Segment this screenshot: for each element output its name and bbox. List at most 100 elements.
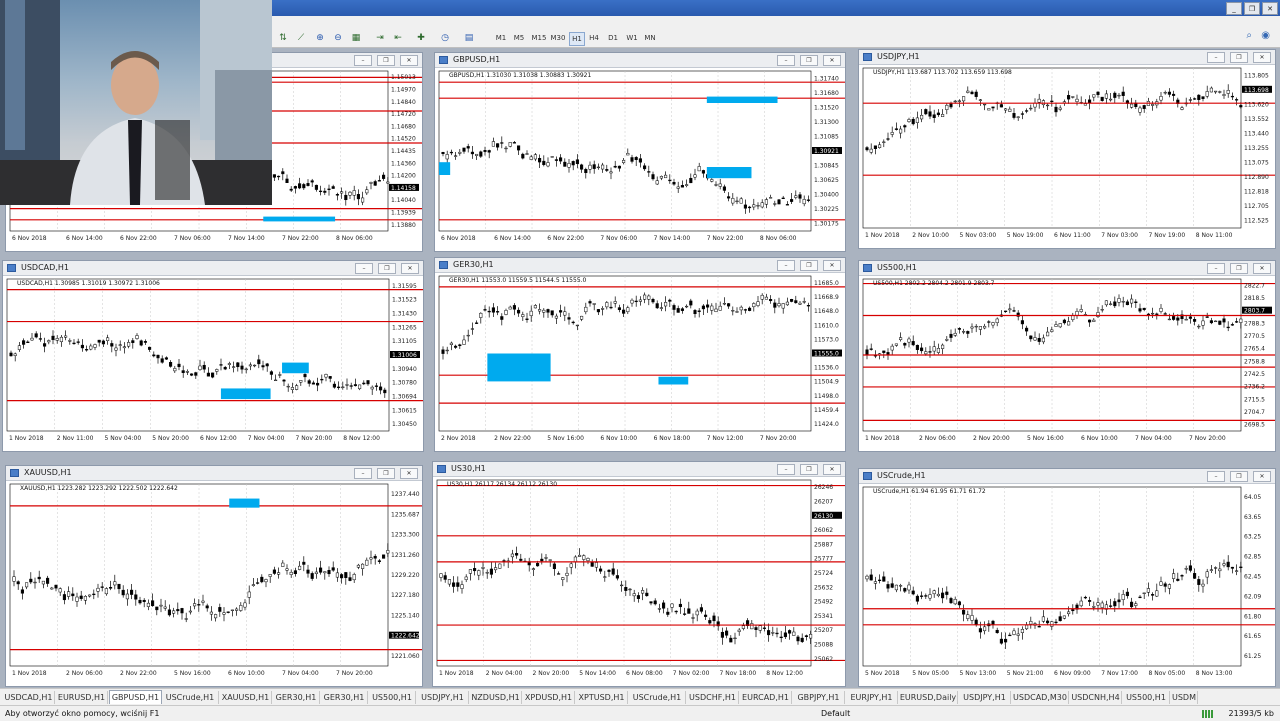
chart-tab[interactable]: USCrude,H1 (162, 691, 219, 704)
chart-tab[interactable]: EURUSD,Daily (899, 691, 958, 704)
zoom-out-icon[interactable]: ⊖ (331, 32, 345, 44)
close-icon[interactable]: ✕ (400, 55, 418, 66)
chart-tab[interactable]: USCrude,H1 (629, 691, 686, 704)
tile-icon[interactable]: ▦ (349, 32, 363, 44)
restore-icon[interactable]: ❐ (1230, 471, 1248, 482)
chart-tab[interactable]: GBPUSD,H1 (109, 690, 162, 704)
chart-shift-icon[interactable]: ⇤ (391, 32, 405, 44)
line-tool-icon[interactable]: ⇅ (276, 32, 290, 44)
chart-tab[interactable]: GER30,H1 (273, 691, 320, 704)
chart-plot[interactable]: 11685.0 11668.9 11648.0 11610.0 11573.0 11555… (437, 274, 845, 451)
indicators-icon[interactable]: ✚ (414, 32, 428, 44)
chart-window[interactable]: US30,H1 – ❐ ✕ 26246 26207 26130 26062 25887 25777… (432, 461, 846, 687)
timeframe-w1[interactable]: W1 (625, 32, 639, 44)
chart-window[interactable]: US500,H1 – ❐ ✕ 2822.7 2818.5 2803.7 2788.3 2770.… (858, 260, 1276, 452)
autoscroll-icon[interactable]: ⇥ (373, 32, 387, 44)
chart-tab[interactable]: US500,H1 (369, 691, 416, 704)
minimize-icon[interactable]: – (355, 263, 373, 274)
chart-window[interactable]: USCrude,H1 – ❐ ✕ 64.05 63.65 63.25 62.85 62.45 62… (858, 468, 1276, 687)
chart-window[interactable]: GBPUSD,H1 – ❐ ✕ 1.31740 1.31680 1.31520 1.31300… (434, 52, 846, 252)
chart-window[interactable]: GER30,H1– ❐ ✕ 11685.0 11668.9 11648.0 11610.0 1… (434, 257, 846, 452)
chart-tab[interactable]: XAUUSD,H1 (220, 691, 272, 704)
close-icon[interactable]: ✕ (1253, 52, 1271, 63)
timeframe-m15[interactable]: M15 (530, 32, 548, 44)
minimize-icon[interactable]: – (777, 55, 795, 66)
chart-window-titlebar[interactable]: US30,H1 – ❐ ✕ (433, 462, 845, 477)
timeframe-m5[interactable]: M5 (512, 32, 526, 44)
search-icon[interactable]: ⌕ (1246, 30, 1252, 41)
close-icon[interactable]: ✕ (1253, 263, 1271, 274)
restore-icon[interactable]: ❐ (377, 55, 395, 66)
chart-window-titlebar[interactable]: GBPUSD,H1 – ❐ ✕ (435, 53, 845, 68)
chart-plot[interactable]: 1.31595 1.31523 1.31430 1.31265 1.31105 1.310… (5, 277, 423, 451)
chart-window-titlebar[interactable]: XAUUSD,H1 – ❐ ✕ (6, 466, 422, 481)
period-icon[interactable]: ◷ (438, 32, 452, 44)
restore-icon[interactable]: ❐ (800, 260, 818, 271)
chart-tab[interactable]: USDCAD,H1 (3, 691, 55, 704)
chart-plot[interactable]: 1237.440 1235.687 1233.300 1231.260 1229.220… (8, 482, 422, 686)
minimize-icon[interactable]: – (354, 55, 372, 66)
timeframe-h1[interactable]: H1 (569, 32, 585, 46)
close-icon[interactable]: ✕ (401, 263, 419, 274)
chart-tab[interactable]: GBPJPY,H1 (793, 691, 845, 704)
template-icon[interactable]: ▤ (462, 32, 476, 44)
chart-window[interactable]: USDJPY,H1 – ❐ ✕ 113.805 113.698 113.620 113.552… (858, 49, 1276, 249)
chart-tab[interactable]: NZDUSD,H1 (470, 691, 522, 704)
restore-icon[interactable]: ❐ (800, 464, 818, 475)
chart-plot[interactable]: 64.05 63.65 63.25 62.85 62.45 62.09 61.80 61.65… (861, 485, 1275, 686)
timeframe-d1[interactable]: D1 (606, 32, 620, 44)
minimize-icon[interactable]: – (1207, 52, 1225, 63)
chart-window[interactable]: USDCAD,H1 – ❐ ✕ 1.31595 1.31523 1.31430 1.31265… (2, 260, 424, 452)
chart-window-titlebar[interactable]: US500,H1 – ❐ ✕ (859, 261, 1275, 276)
restore-icon[interactable]: ❐ (1230, 263, 1248, 274)
candle-body (362, 382, 366, 385)
close-icon[interactable]: ✕ (1253, 471, 1271, 482)
chart-tab[interactable]: EURUSD,H1 (56, 691, 108, 704)
minimize-icon[interactable]: – (1207, 263, 1225, 274)
chart-plot[interactable]: 2822.7 2818.5 2803.7 2788.3 2770.5 2765.4 2758… (861, 277, 1275, 451)
chart-plot[interactable]: 113.805 113.698 113.620 113.552 113.440 113.2… (861, 66, 1275, 248)
chart-tab[interactable]: US500,H1 (1123, 691, 1170, 704)
restore-icon[interactable]: ❐ (377, 468, 395, 479)
candle-body (1130, 601, 1134, 608)
close-icon[interactable]: ✕ (823, 260, 841, 271)
chart-tab[interactable]: EURJPY,H1 (846, 691, 898, 704)
close-icon[interactable]: ✕ (1262, 2, 1278, 15)
close-icon[interactable]: ✕ (823, 464, 841, 475)
chart-tab[interactable]: EURCAD,H1 (740, 691, 792, 704)
chart-tab[interactable]: USDCHF,H1 (687, 691, 739, 704)
timeframe-h4[interactable]: H4 (587, 32, 601, 44)
trend-tool-icon[interactable]: ⟋ (294, 32, 308, 44)
minimize-icon[interactable]: – (777, 464, 795, 475)
timeframe-m1[interactable]: M1 (494, 32, 508, 44)
chart-tab[interactable]: XPDUSD,H1 (523, 691, 575, 704)
close-icon[interactable]: ✕ (823, 55, 841, 66)
minimize-icon[interactable]: – (1207, 471, 1225, 482)
chart-tab[interactable]: USDM (1171, 691, 1198, 704)
timeframe-m30[interactable]: M30 (549, 32, 567, 44)
chart-tab[interactable]: USDJPY,H1 (417, 691, 469, 704)
minimize-icon[interactable]: _ (1226, 2, 1242, 15)
minimize-icon[interactable]: – (354, 468, 372, 479)
timeframe-mn[interactable]: MN (643, 32, 657, 44)
minimize-icon[interactable]: – (777, 260, 795, 271)
chart-window-titlebar[interactable]: USCrude,H1 – ❐ ✕ (859, 469, 1275, 484)
restore-icon[interactable]: ❐ (1244, 2, 1260, 15)
chart-tab[interactable]: GER30,H1 (321, 691, 368, 704)
restore-icon[interactable]: ❐ (378, 263, 396, 274)
chart-tab[interactable]: USDJPY,H1 (959, 691, 1011, 704)
restore-icon[interactable]: ❐ (800, 55, 818, 66)
chart-tab[interactable]: XPTUSD,H1 (576, 691, 628, 704)
zoom-in-icon[interactable]: ⊕ (313, 32, 327, 44)
chart-window-titlebar[interactable]: USDCAD,H1 – ❐ ✕ (3, 261, 423, 276)
chart-tab[interactable]: USDCAD,M30 (1012, 691, 1069, 704)
user-icon[interactable]: ◉ (1261, 30, 1270, 41)
chart-window-titlebar[interactable]: USDJPY,H1 – ❐ ✕ (859, 50, 1275, 65)
chart-plot[interactable]: 26246 26207 26130 26062 25887 25777 25724 25632… (435, 478, 845, 686)
restore-icon[interactable]: ❐ (1230, 52, 1248, 63)
close-icon[interactable]: ✕ (400, 468, 418, 479)
chart-tab[interactable]: USDCNH,H4 (1070, 691, 1122, 704)
chart-plot[interactable]: 1.31740 1.31680 1.31520 1.31300 1.31085 1.309… (437, 69, 845, 251)
chart-window[interactable]: XAUUSD,H1 – ❐ ✕ 1237.440 1235.687 1233.300 1231… (5, 465, 423, 687)
chart-window-titlebar[interactable]: GER30,H1 – ❐ ✕ (435, 258, 845, 273)
